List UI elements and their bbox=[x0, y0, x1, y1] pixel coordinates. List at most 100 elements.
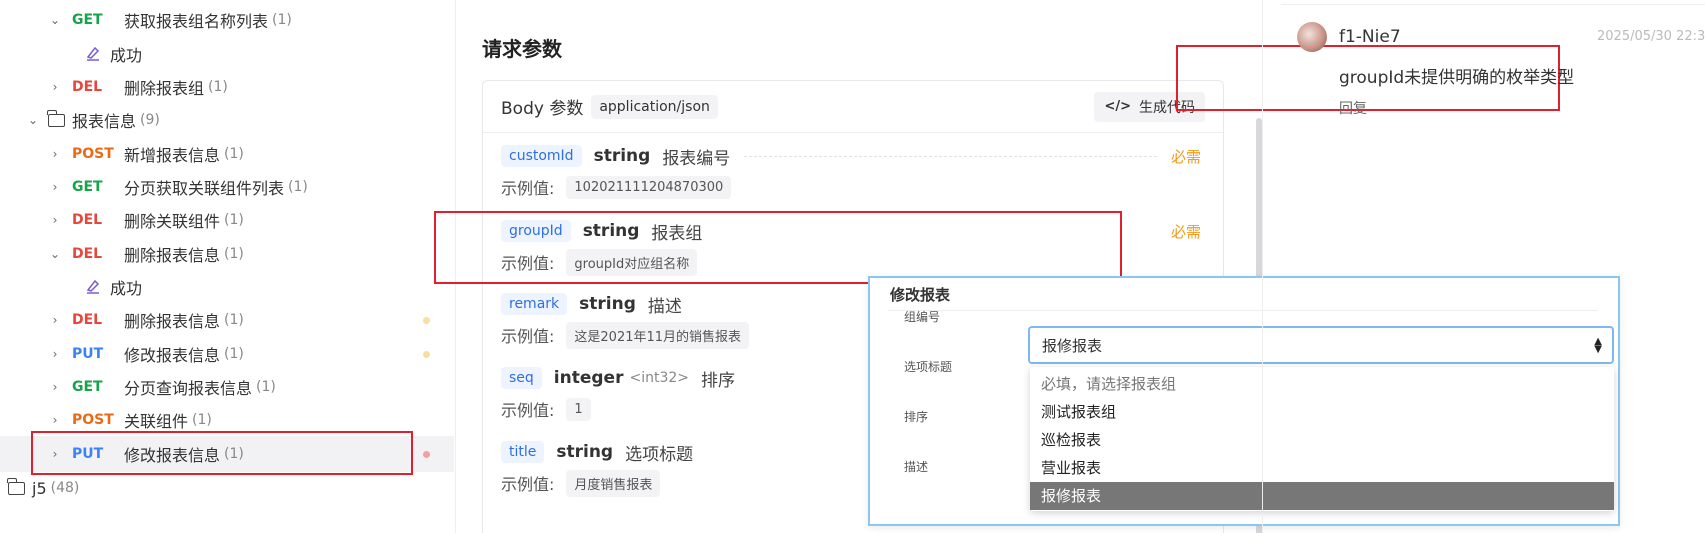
tree-item-label: 删除关联组件 bbox=[124, 212, 221, 231]
chevron-down-icon[interactable]: ⌄ bbox=[48, 13, 62, 27]
tree-endpoint-item[interactable]: › DEL 删除报表信息 (1) bbox=[0, 302, 454, 338]
tree-item-label: 修改报表信息 bbox=[124, 346, 221, 365]
tree-item-label: 修改报表信息 bbox=[124, 446, 221, 465]
chevron-right-icon[interactable]: › bbox=[48, 213, 62, 227]
param-customId: customId string 报表编号 必需 示例值: 1020211112048703… bbox=[501, 141, 1201, 203]
tree-item-label: 关联组件 bbox=[124, 412, 189, 431]
chevron-down-icon[interactable]: ⌄ bbox=[26, 113, 40, 127]
tree-item-label: 分页查询报表信息 bbox=[124, 379, 253, 398]
tree-item-count: (1) bbox=[224, 312, 244, 328]
avatar[interactable] bbox=[1297, 22, 1327, 52]
param-type: string bbox=[593, 146, 651, 166]
example-label: 示例值: bbox=[501, 179, 555, 198]
tree-folder[interactable]: ⌄ 报表信息 (9) bbox=[0, 102, 454, 138]
app-root: ⌄ GET 获取报表组名称列表 (1) 成功 › DEL 删除报表组 (1) ⌄ 报表信息 (9) › P… bbox=[0, 0, 1705, 533]
param-type: integer bbox=[553, 368, 624, 388]
folder-icon bbox=[47, 109, 65, 127]
tree-item-label: 报表信息 bbox=[72, 112, 137, 131]
param-name: seq bbox=[501, 367, 542, 389]
method-badge: DEL bbox=[72, 246, 103, 262]
example-value: 1 bbox=[566, 397, 591, 421]
body-header: Body 参数 application/json </> 生成代码 bbox=[483, 81, 1223, 133]
tree-item-label: 删除报表信息 bbox=[124, 312, 221, 331]
modal-title: 修改报表 bbox=[890, 286, 951, 304]
chevron-right-icon[interactable]: › bbox=[48, 447, 62, 461]
chevron-right-icon[interactable]: › bbox=[48, 347, 62, 361]
top-divider bbox=[1281, 4, 1705, 5]
tree-endpoint-item[interactable]: › GET 分页查询报表信息 (1) bbox=[0, 369, 454, 405]
chevron-right-icon[interactable]: › bbox=[48, 413, 62, 427]
tree-endpoint-item[interactable]: ⌄ DEL 删除报表信息 (1) bbox=[0, 236, 454, 272]
tree-endpoint-item[interactable]: › GET 分页获取关联组件列表 (1) bbox=[0, 169, 454, 205]
param-desc: 报表编号 bbox=[662, 148, 731, 169]
param-type: string bbox=[579, 294, 636, 314]
tree-item-count: (48) bbox=[50, 480, 80, 496]
tree-item-label: 删除报表信息 bbox=[124, 246, 221, 265]
tree-item-count: (1) bbox=[208, 79, 228, 95]
example-label: 示例值: bbox=[501, 327, 555, 346]
reply-link[interactable]: 回复 bbox=[1339, 98, 1367, 118]
tree-endpoint-item[interactable]: › PUT 修改报表信息 (1) bbox=[0, 436, 454, 472]
response-success-icon bbox=[84, 45, 102, 63]
tree-response-item[interactable]: 成功 bbox=[0, 36, 454, 72]
required-badge: 必需 bbox=[1170, 222, 1201, 241]
method-badge: GET bbox=[72, 379, 103, 395]
param-name: customId bbox=[501, 145, 582, 167]
comment-user[interactable]: f1-Nie7 bbox=[1339, 27, 1401, 47]
example-value: 这是2021年11月的销售报表 bbox=[566, 321, 750, 349]
param-format: <int32> bbox=[629, 370, 689, 386]
comment-time: 2025/05/30 22:3 bbox=[1597, 29, 1705, 44]
param-desc: 排序 bbox=[701, 370, 735, 391]
tree-endpoint-item[interactable]: › PUT 修改报表信息 (1) bbox=[0, 336, 454, 372]
chevron-right-icon[interactable]: › bbox=[48, 147, 62, 161]
generate-code-button[interactable]: </> 生成代码 bbox=[1094, 91, 1205, 122]
tree-item-count: (1) bbox=[192, 412, 212, 428]
tree-item-label: 新增报表信息 bbox=[124, 146, 221, 165]
tree-response-item[interactable]: 成功 bbox=[0, 269, 454, 305]
chevron-right-icon[interactable]: › bbox=[48, 80, 62, 94]
example-label: 示例值: bbox=[501, 254, 555, 273]
param-divider bbox=[744, 155, 1157, 157]
group-select-value: 报修报表 bbox=[1042, 336, 1103, 355]
tree-item-count: (1) bbox=[224, 346, 244, 362]
method-badge: DEL bbox=[72, 79, 103, 95]
tree-endpoint-item[interactable]: › POST 新增报表信息 (1) bbox=[0, 136, 454, 172]
tree-item-count: (1) bbox=[224, 246, 244, 262]
chevron-right-icon[interactable]: › bbox=[48, 380, 62, 394]
example-value: groupId对应组名称 bbox=[566, 248, 698, 276]
response-success-icon bbox=[84, 278, 102, 296]
tree-item-count: (1) bbox=[272, 12, 292, 28]
param-type: string bbox=[556, 442, 614, 462]
tree-item-label: 获取报表组名称列表 bbox=[124, 12, 269, 31]
chevron-right-icon[interactable]: › bbox=[48, 180, 62, 194]
example-value: 102021111204870300 bbox=[566, 175, 732, 199]
chevron-down-icon[interactable]: ⌄ bbox=[48, 247, 62, 261]
tree-endpoint-item[interactable]: › POST 关联组件 (1) bbox=[0, 402, 454, 438]
method-badge: GET bbox=[72, 12, 103, 28]
method-badge: POST bbox=[72, 412, 114, 428]
tree-endpoint-item[interactable]: › DEL 删除报表组 (1) bbox=[0, 69, 454, 105]
example-label: 示例值: bbox=[501, 401, 555, 420]
param-example: 示例值: groupId对应组名称 bbox=[501, 246, 1201, 278]
generate-code-label: 生成代码 bbox=[1139, 99, 1195, 116]
chevron-right-icon[interactable]: › bbox=[48, 313, 62, 327]
tree-folder[interactable]: j5 (48) bbox=[0, 470, 454, 506]
param-name: title bbox=[501, 441, 545, 463]
tree-item-count: (1) bbox=[224, 212, 244, 228]
param-line: groupId string 报表组 必需 bbox=[501, 216, 1201, 246]
param-line: customId string 报表编号 必需 bbox=[501, 141, 1201, 171]
method-badge: PUT bbox=[72, 446, 104, 462]
status-dot bbox=[423, 316, 430, 324]
tree-endpoint-item[interactable]: ⌄ GET 获取报表组名称列表 (1) bbox=[0, 2, 454, 38]
param-name: remark bbox=[501, 293, 568, 315]
code-icon: </> bbox=[1104, 99, 1131, 114]
tree-item-label: 成功 bbox=[110, 46, 143, 65]
body-label: Body 参数 bbox=[501, 99, 584, 119]
param-example: 示例值: 102021111204870300 bbox=[501, 171, 1201, 203]
tree-endpoint-item[interactable]: › DEL 删除关联组件 (1) bbox=[0, 202, 454, 238]
tree-item-count: (9) bbox=[140, 112, 160, 128]
param-groupId: groupId string 报表组 必需示例值: groupId对应组名称 bbox=[501, 216, 1201, 278]
comments-panel: f1-Nie7 2025/05/30 22:3 groupId未提供明确的枚举类… bbox=[1262, 0, 1705, 533]
tree-item-label: 成功 bbox=[110, 279, 143, 298]
method-badge: DEL bbox=[72, 312, 103, 328]
